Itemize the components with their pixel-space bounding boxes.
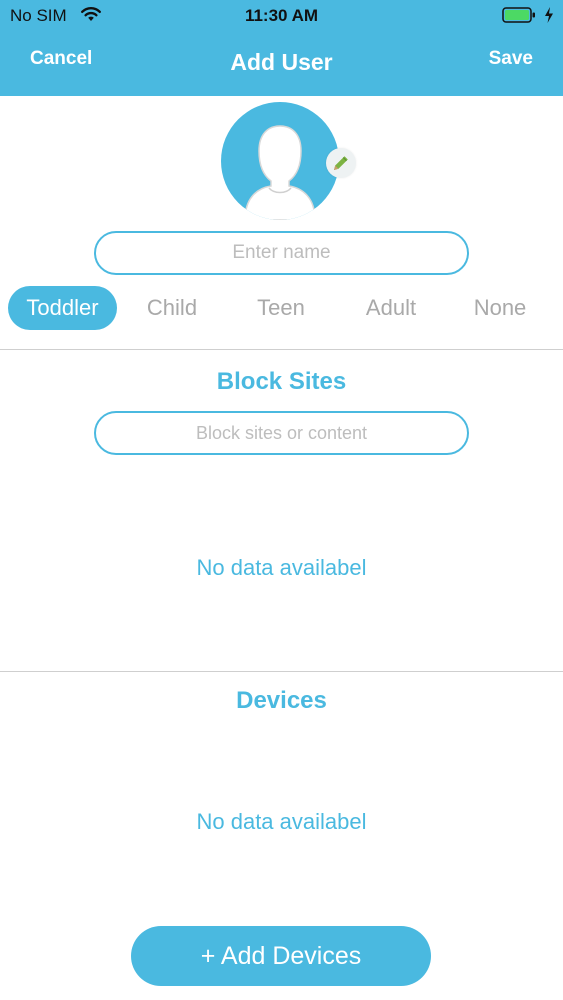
user-silhouette-icon bbox=[244, 125, 316, 220]
devices-title: Devices bbox=[236, 687, 327, 714]
devices-empty-text: No data availabel bbox=[196, 809, 367, 834]
header: No SIM 11:30 AM Cancel Add User Save bbox=[0, 0, 563, 96]
status-bar: No SIM 11:30 AM bbox=[0, 0, 563, 32]
age-tab-toddler[interactable]: Toddler bbox=[8, 286, 117, 330]
block-sites-input[interactable] bbox=[94, 411, 469, 455]
charging-bolt-icon bbox=[545, 7, 553, 23]
age-tab-child[interactable]: Child bbox=[127, 286, 217, 330]
divider bbox=[0, 671, 563, 672]
divider bbox=[0, 349, 563, 350]
block-sites-title: Block Sites bbox=[216, 368, 347, 395]
block-sites-empty-text: No data availabel bbox=[196, 555, 367, 580]
age-tab-teen[interactable]: Teen bbox=[236, 286, 326, 330]
save-button[interactable]: Save bbox=[489, 48, 533, 70]
avatar[interactable] bbox=[221, 102, 339, 220]
status-time: 11:30 AM bbox=[244, 6, 319, 25]
page-title: Add User bbox=[230, 49, 333, 75]
age-tab-adult[interactable]: Adult bbox=[346, 286, 436, 330]
name-input[interactable] bbox=[94, 231, 469, 275]
edit-avatar-button[interactable] bbox=[326, 148, 356, 178]
pencil-icon bbox=[334, 156, 348, 170]
battery-charging-icon bbox=[502, 7, 535, 23]
add-devices-button[interactable]: + Add Devices bbox=[131, 926, 431, 986]
age-tab-none[interactable]: None bbox=[455, 286, 545, 330]
